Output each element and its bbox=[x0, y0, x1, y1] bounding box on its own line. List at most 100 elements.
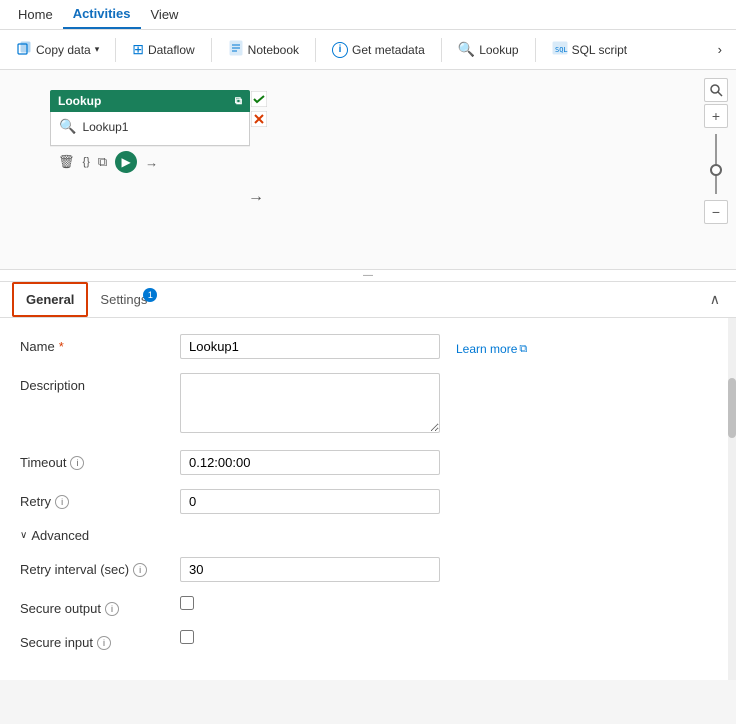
copy-data-button[interactable]: Copy data ▾ bbox=[8, 36, 107, 64]
lookup-node[interactable]: Lookup ⧉ 🔍 Lookup1 🗑 {} ⧉ ▶ → bbox=[50, 90, 250, 177]
retry-interval-label-text: Retry interval (sec) bbox=[20, 562, 129, 577]
description-wrap bbox=[180, 373, 716, 436]
tabs-collapse-button[interactable]: ∧ bbox=[706, 287, 724, 312]
node-expand-icon[interactable]: ⧉ bbox=[235, 96, 242, 107]
lookup-toolbar-button[interactable]: 🔍 Lookup bbox=[450, 37, 527, 62]
dataflow-label: Dataflow bbox=[148, 43, 195, 57]
zoom-slider[interactable] bbox=[715, 134, 717, 194]
zoom-track bbox=[715, 134, 717, 194]
learn-more-text: Learn more bbox=[456, 342, 517, 356]
tab-general[interactable]: General bbox=[12, 282, 88, 317]
secure-input-row: Secure input i bbox=[20, 630, 716, 650]
retry-row: Retry i bbox=[20, 489, 716, 514]
toolbar: Copy data ▾ ⊞ Dataflow Notebook i Get me… bbox=[0, 30, 736, 70]
menu-activities[interactable]: Activities bbox=[63, 0, 141, 29]
scrollbar-track bbox=[728, 318, 736, 680]
tab-general-label: General bbox=[26, 292, 74, 307]
status-ok-icon bbox=[250, 90, 268, 108]
toolbar-more-button[interactable]: › bbox=[712, 38, 728, 61]
zoom-thumb bbox=[710, 164, 722, 176]
retry-interval-label: Retry interval (sec) i bbox=[20, 557, 180, 577]
node-header: Lookup ⧉ bbox=[50, 90, 250, 112]
menu-view[interactable]: View bbox=[141, 1, 189, 28]
retry-interval-info-icon[interactable]: i bbox=[133, 563, 147, 577]
canvas-area: Lookup ⧉ 🔍 Lookup1 🗑 {} ⧉ ▶ → bbox=[0, 70, 736, 270]
toolbar-sep-5 bbox=[535, 38, 536, 62]
canvas-zoom-in-button[interactable]: + bbox=[704, 104, 728, 128]
collapse-bar[interactable]: — bbox=[0, 270, 736, 282]
retry-info-icon[interactable]: i bbox=[55, 495, 69, 509]
canvas-search-button[interactable] bbox=[704, 78, 728, 102]
canvas-zoom-out-button[interactable]: − bbox=[704, 200, 728, 224]
name-label-text: Name bbox=[20, 339, 55, 354]
retry-label-text: Retry bbox=[20, 494, 51, 509]
learn-more-icon: ⧉ bbox=[519, 343, 527, 356]
timeout-wrap bbox=[180, 450, 716, 475]
notebook-button[interactable]: Notebook bbox=[220, 36, 307, 63]
retry-interval-input[interactable] bbox=[180, 557, 440, 582]
learn-more-link[interactable]: Learn more ⧉ bbox=[456, 337, 527, 356]
lookup-toolbar-label: Lookup bbox=[479, 43, 518, 57]
node-arrow-button[interactable]: → bbox=[145, 155, 158, 170]
properties-panel: General Settings 1 ∧ Name * Learn more ⧉ bbox=[0, 282, 736, 680]
tabs-row: General Settings 1 ∧ bbox=[0, 282, 736, 318]
canvas-controls: + − bbox=[704, 78, 728, 224]
secure-input-wrap bbox=[180, 630, 716, 647]
svg-text:SQL: SQL bbox=[555, 46, 568, 54]
get-metadata-button[interactable]: i Get metadata bbox=[324, 38, 433, 62]
node-search-icon: 🔍 bbox=[59, 118, 76, 135]
advanced-chevron-icon: ∨ bbox=[20, 530, 27, 541]
sql-script-button[interactable]: SQL SQL script bbox=[544, 36, 636, 63]
node-body: 🔍 Lookup1 bbox=[50, 112, 250, 146]
secure-input-info-icon[interactable]: i bbox=[97, 636, 111, 650]
node-status-icons bbox=[250, 90, 268, 128]
node-delete-button[interactable]: 🗑 bbox=[58, 154, 75, 170]
node-item: 🔍 Lookup1 bbox=[59, 118, 241, 135]
toolbar-sep-4 bbox=[441, 38, 442, 62]
secure-input-checkbox[interactable] bbox=[180, 630, 194, 644]
node-copy-button[interactable]: ⧉ bbox=[98, 154, 107, 170]
secure-output-wrap bbox=[180, 596, 716, 613]
node-run-button[interactable]: ▶ bbox=[115, 151, 137, 173]
secure-input-label-text: Secure input bbox=[20, 635, 93, 650]
timeout-info-icon[interactable]: i bbox=[70, 456, 84, 470]
timeout-input[interactable] bbox=[180, 450, 440, 475]
description-label-text: Description bbox=[20, 378, 85, 393]
description-row: Description bbox=[20, 373, 716, 436]
toolbar-sep-2 bbox=[211, 38, 212, 62]
name-row: Name * Learn more ⧉ bbox=[20, 334, 716, 359]
get-metadata-icon: i bbox=[332, 42, 348, 58]
tab-settings[interactable]: Settings 1 bbox=[88, 284, 159, 315]
notebook-icon bbox=[228, 40, 244, 59]
retry-wrap bbox=[180, 489, 716, 514]
form-area: Name * Learn more ⧉ Description bbox=[0, 318, 736, 680]
menu-bar: Home Activities View bbox=[0, 0, 736, 30]
secure-output-label: Secure output i bbox=[20, 596, 180, 616]
node-title: Lookup bbox=[58, 94, 101, 108]
sql-script-icon: SQL bbox=[552, 40, 568, 59]
dataflow-button[interactable]: ⊞ Dataflow bbox=[124, 37, 202, 62]
description-input[interactable] bbox=[180, 373, 440, 433]
node-code-button[interactable]: {} bbox=[83, 156, 90, 168]
timeout-label: Timeout i bbox=[20, 450, 180, 470]
timeout-label-text: Timeout bbox=[20, 455, 66, 470]
secure-output-label-text: Secure output bbox=[20, 601, 101, 616]
node-actions: 🗑 {} ⧉ ▶ → bbox=[50, 146, 250, 177]
secure-output-checkbox[interactable] bbox=[180, 596, 194, 610]
name-input[interactable] bbox=[180, 334, 440, 359]
copy-data-icon bbox=[16, 40, 32, 60]
copy-data-dropdown-icon: ▾ bbox=[95, 44, 100, 55]
toolbar-sep-3 bbox=[315, 38, 316, 62]
dataflow-icon: ⊞ bbox=[132, 41, 144, 58]
menu-home[interactable]: Home bbox=[8, 1, 63, 28]
name-label: Name * bbox=[20, 334, 180, 354]
lookup-toolbar-icon: 🔍 bbox=[458, 41, 475, 58]
scrollbar-thumb[interactable] bbox=[728, 378, 736, 438]
tab-settings-label: Settings bbox=[100, 292, 147, 307]
node-connector: → bbox=[248, 188, 264, 206]
retry-input[interactable] bbox=[180, 489, 440, 514]
advanced-toggle[interactable]: ∨ Advanced bbox=[20, 528, 716, 543]
get-metadata-label: Get metadata bbox=[352, 43, 425, 57]
secure-output-row: Secure output i bbox=[20, 596, 716, 616]
secure-output-info-icon[interactable]: i bbox=[105, 602, 119, 616]
